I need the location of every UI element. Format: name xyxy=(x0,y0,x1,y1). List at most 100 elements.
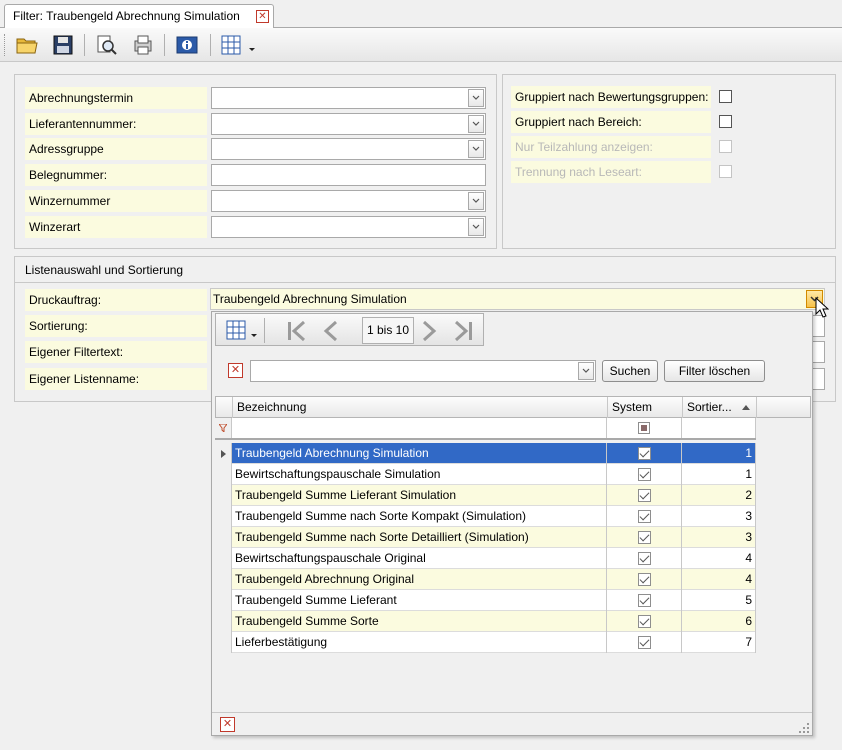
info-icon[interactable] xyxy=(174,32,200,58)
filtertext-field[interactable] xyxy=(811,341,825,363)
chevron-down-icon[interactable] xyxy=(468,140,484,158)
cell-sortierung: 1 xyxy=(682,464,756,485)
system-checkbox[interactable] xyxy=(637,552,651,565)
system-checkbox[interactable] xyxy=(637,510,651,523)
table-row[interactable]: Bewirtschaftungspauschale Original 4 xyxy=(215,548,756,569)
cell-sortierung: 7 xyxy=(682,632,756,653)
toolbar-grip[interactable] xyxy=(4,34,7,56)
search-input[interactable] xyxy=(250,360,596,382)
chevron-down-icon[interactable] xyxy=(468,218,484,236)
grid-layout-icon[interactable] xyxy=(226,320,246,343)
cell-bezeichnung: Traubengeld Abrechnung Original xyxy=(232,569,607,590)
cell-bezeichnung: Traubengeld Summe Sorte xyxy=(232,611,607,632)
row-indicator xyxy=(215,506,232,527)
chevron-down-icon[interactable] xyxy=(468,115,484,133)
table-row[interactable]: Traubengeld Summe nach Sorte Kompakt (Si… xyxy=(215,506,756,527)
system-checkbox[interactable] xyxy=(637,489,651,502)
druckauftrag-combo[interactable]: Traubengeld Abrechnung Simulation xyxy=(210,288,825,310)
close-popup-icon[interactable]: ✕ xyxy=(220,717,235,732)
indeterminate-checkbox[interactable] xyxy=(638,422,650,434)
previous-page-icon[interactable] xyxy=(320,320,342,345)
option-label: Gruppiert nach Bereich: xyxy=(511,111,711,133)
row-indicator xyxy=(215,443,232,464)
cell-bezeichnung: Traubengeld Abrechnung Simulation xyxy=(232,443,607,464)
cell-bezeichnung: Bewirtschaftungspauschale Simulation xyxy=(232,464,607,485)
row-indicator xyxy=(215,527,232,548)
grid-header: Bezeichnung System Sortier... xyxy=(215,396,811,418)
filter-combo[interactable] xyxy=(211,216,486,238)
filter-row-indicator xyxy=(215,418,232,438)
first-page-icon[interactable] xyxy=(286,320,308,345)
cell-sortierung: 2 xyxy=(682,485,756,506)
listenname-label: Eigener Listenname: xyxy=(25,368,207,390)
system-checkbox[interactable] xyxy=(637,531,651,544)
print-icon[interactable] xyxy=(130,32,156,58)
cell-system xyxy=(607,443,682,464)
cell-sortierung: 3 xyxy=(682,527,756,548)
filtertext-label: Eigener Filtertext: xyxy=(25,341,207,363)
system-checkbox[interactable] xyxy=(637,636,651,649)
filter-cell-bezeichnung[interactable] xyxy=(232,418,607,438)
system-checkbox[interactable] xyxy=(637,468,651,481)
column-header-bezeichnung[interactable]: Bezeichnung xyxy=(233,397,608,418)
cell-system xyxy=(607,485,682,506)
filter-combo[interactable] xyxy=(211,113,486,135)
open-folder-icon[interactable] xyxy=(14,32,40,58)
resize-grip-icon[interactable] xyxy=(798,722,810,737)
clear-search-icon[interactable]: ✕ xyxy=(228,363,243,378)
section-divider xyxy=(15,282,835,283)
table-row[interactable]: Lieferbestätigung 7 xyxy=(215,632,756,653)
toolbar-separator xyxy=(164,34,165,56)
chevron-down-icon[interactable] xyxy=(578,362,594,380)
druckauftrag-value: Traubengeld Abrechnung Simulation xyxy=(213,292,407,306)
filter-combo[interactable] xyxy=(211,87,486,109)
cell-system xyxy=(607,611,682,632)
table-row[interactable]: Traubengeld Summe Lieferant Simulation 2 xyxy=(215,485,756,506)
chevron-down-icon[interactable] xyxy=(248,42,256,56)
cell-bezeichnung: Lieferbestätigung xyxy=(232,632,607,653)
print-preview-icon[interactable] xyxy=(94,32,120,58)
tab-title: Filter: Traubengeld Abrechnung Simulatio… xyxy=(13,9,240,23)
close-icon[interactable]: ✕ xyxy=(256,10,269,23)
popup-navigation-bar: 1 bis 10 xyxy=(215,313,484,346)
current-row-icon xyxy=(221,450,226,458)
druckauftrag-grid: Bezeichnung System Sortier... Traubengel… xyxy=(215,396,811,653)
popup-footer-divider xyxy=(212,712,812,713)
option-checkbox[interactable] xyxy=(719,115,732,128)
table-row[interactable]: Traubengeld Summe nach Sorte Detailliert… xyxy=(215,527,756,548)
option-checkbox[interactable] xyxy=(719,90,732,103)
table-row[interactable]: Traubengeld Summe Lieferant 5 xyxy=(215,590,756,611)
filter-panel-right: Gruppiert nach Bewertungsgruppen: Gruppie… xyxy=(502,74,836,249)
system-checkbox[interactable] xyxy=(637,615,651,628)
table-row[interactable]: Traubengeld Abrechnung Original 4 xyxy=(215,569,756,590)
filter-text-input[interactable] xyxy=(211,164,486,186)
cell-bezeichnung: Traubengeld Summe Lieferant xyxy=(232,590,607,611)
last-page-icon[interactable] xyxy=(452,320,474,345)
system-checkbox[interactable] xyxy=(637,594,651,607)
chevron-down-icon[interactable] xyxy=(250,328,258,342)
clear-filter-button[interactable]: Filter löschen xyxy=(664,360,765,382)
table-row[interactable]: Traubengeld Summe Sorte 6 xyxy=(215,611,756,632)
next-page-icon[interactable] xyxy=(418,320,440,345)
grid-filter-row xyxy=(215,418,756,440)
sort-ascending-icon xyxy=(742,405,750,410)
save-icon[interactable] xyxy=(50,32,76,58)
column-header-sortierung[interactable]: Sortier... xyxy=(683,397,757,418)
search-button[interactable]: Suchen xyxy=(602,360,658,382)
system-checkbox[interactable] xyxy=(637,573,651,586)
column-header-system[interactable]: System xyxy=(608,397,683,418)
chevron-down-icon[interactable] xyxy=(468,192,484,210)
listenname-field[interactable] xyxy=(811,368,825,390)
table-row[interactable]: Bewirtschaftungspauschale Simulation 1 xyxy=(215,464,756,485)
filter-combo[interactable] xyxy=(211,138,486,160)
filter-combo[interactable] xyxy=(211,190,486,212)
tab-strip: Filter: Traubengeld Abrechnung Simulatio… xyxy=(0,0,842,29)
filter-cell-sortierung[interactable] xyxy=(682,418,756,438)
filter-cell-system[interactable] xyxy=(607,418,682,438)
chevron-down-icon[interactable] xyxy=(468,89,484,107)
table-row[interactable]: Traubengeld Abrechnung Simulation 1 xyxy=(215,443,756,464)
tab-filter[interactable]: Filter: Traubengeld Abrechnung Simulatio… xyxy=(4,4,274,29)
grid-layout-icon[interactable] xyxy=(218,32,244,58)
system-checkbox[interactable] xyxy=(637,447,651,460)
cell-system xyxy=(607,569,682,590)
